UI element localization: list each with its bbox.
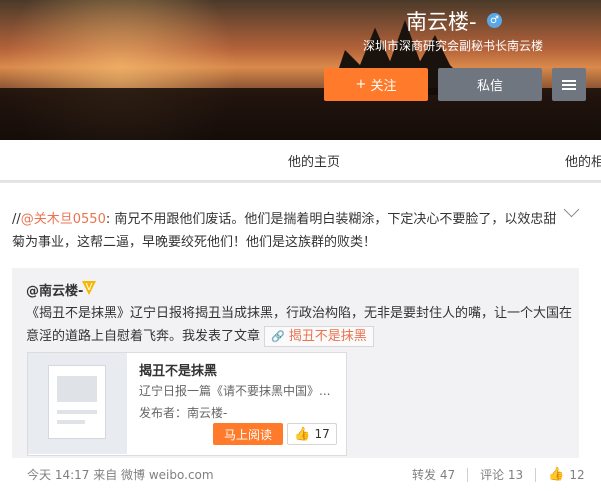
tab-home[interactable]: 他的主页 bbox=[288, 151, 340, 170]
article-tag[interactable]: 🔗 揭丑不是抹黑 bbox=[264, 326, 374, 347]
divider bbox=[467, 467, 469, 482]
comment-button[interactable]: 评论 13 bbox=[480, 466, 523, 483]
read-now-button[interactable]: 马上阅读 bbox=[213, 423, 283, 445]
menu-button[interactable] bbox=[552, 68, 586, 101]
male-icon: ♂ bbox=[487, 13, 502, 28]
thumbs-up-icon: 👍 bbox=[548, 467, 565, 482]
like-button[interactable]: 👍 12 bbox=[548, 467, 584, 482]
article-tag-label: 揭丑不是抹黑 bbox=[288, 329, 367, 344]
follow-label: 关注 bbox=[370, 79, 397, 94]
repost-button[interactable]: 转发 47 bbox=[412, 466, 455, 483]
mention-link[interactable]: @关木旦0550 bbox=[21, 212, 106, 227]
post-meta: 今天 14:17 来自 微博 weibo.com bbox=[27, 466, 214, 483]
plus-icon: + bbox=[355, 77, 367, 92]
article-like-button[interactable]: 👍 17 bbox=[287, 423, 337, 445]
message-label: 私信 bbox=[476, 79, 503, 94]
post-time[interactable]: 今天 14:17 bbox=[27, 468, 89, 482]
like-count: 12 bbox=[569, 467, 585, 482]
profile-name: 南云楼- bbox=[406, 10, 477, 34]
link-icon: 🔗 bbox=[271, 330, 285, 343]
quoted-text: 《揭丑不是抹黑》辽宁日报将揭丑当成抹黑，行政治构陷，无非是要封住人的嘴，让一个大… bbox=[26, 302, 574, 348]
quoted-author[interactable]: @南云楼- bbox=[26, 280, 83, 299]
post-prefix: // bbox=[12, 212, 21, 227]
message-button[interactable]: 私信 bbox=[438, 68, 542, 101]
post-source[interactable]: 来自 微博 weibo.com bbox=[93, 468, 213, 482]
document-icon bbox=[49, 366, 105, 438]
follow-button[interactable]: + 关注 bbox=[324, 68, 428, 101]
article-title[interactable]: 揭丑不是抹黑 bbox=[139, 360, 217, 379]
divider bbox=[535, 467, 537, 482]
article-like-count: 17 bbox=[314, 427, 330, 441]
profile-tab-bar: 他的主页 他的相 bbox=[0, 140, 601, 181]
post-text: //@关木旦0550: 南兄不用跟他们废话。他们是揣着明白装糊涂，下定决心不要脸… bbox=[12, 208, 564, 254]
article-publisher: 发布者：南云楼- bbox=[139, 406, 228, 420]
thumbs-up-icon: 👍 bbox=[294, 426, 311, 442]
tab-photos[interactable]: 他的相 bbox=[565, 151, 601, 170]
hamburger-icon bbox=[562, 79, 576, 90]
post-actions: 转发 47 评论 13 👍 12 bbox=[412, 466, 585, 483]
profile-subtitle: 深圳市深商研究会副秘书长南云楼 bbox=[363, 39, 544, 53]
article-description: 辽宁日报一篇《请不要抹黑中国》... bbox=[139, 384, 331, 398]
